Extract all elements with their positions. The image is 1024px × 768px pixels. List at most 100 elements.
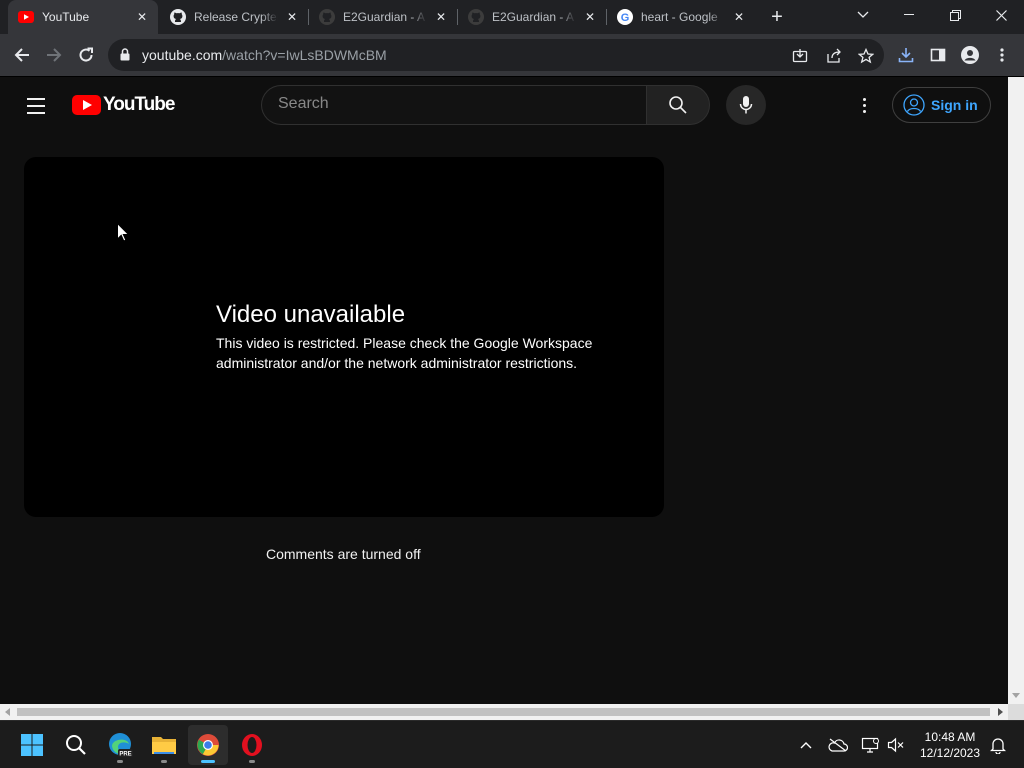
share-icon[interactable] [824, 46, 844, 66]
forward-button[interactable] [40, 41, 68, 69]
video-player[interactable]: Video unavailable This video is restrict… [24, 157, 664, 517]
install-app-icon[interactable] [790, 46, 810, 66]
lock-icon[interactable] [120, 48, 130, 66]
notifications-button[interactable] [988, 735, 1008, 755]
tab-search-button[interactable] [840, 0, 886, 30]
onedrive-tray-icon[interactable] [828, 735, 848, 755]
youtube-play-icon [72, 95, 101, 115]
downloads-icon[interactable] [896, 45, 916, 65]
reload-icon [79, 47, 93, 62]
browser-toolbar: youtube.com/watch?v=IwLsBDWMcBM [0, 34, 1024, 77]
tab-title: E2Guardian - A [343, 10, 426, 24]
url-path: /watch?v=IwLsBDWMcBM [222, 47, 387, 63]
tab-youtube[interactable]: YouTube ✕ [8, 0, 158, 34]
scroll-down-arrow[interactable] [1012, 693, 1020, 698]
scroll-left-arrow[interactable] [5, 708, 10, 716]
search-icon [669, 96, 687, 114]
search-input[interactable] [278, 95, 628, 113]
search-icon [66, 735, 86, 755]
running-indicator [249, 760, 255, 763]
reload-button[interactable] [72, 41, 100, 69]
close-tab-icon[interactable]: ✕ [284, 9, 300, 25]
bookmark-star-icon[interactable] [856, 46, 876, 66]
close-window-button[interactable] [978, 0, 1024, 30]
chrome-menu-icon[interactable] [992, 45, 1012, 65]
search-box [261, 85, 647, 125]
tab-title: Release Crypter [194, 10, 278, 24]
new-tab-button[interactable]: + [764, 4, 790, 30]
minimize-icon [904, 14, 914, 15]
chrome-icon [197, 734, 219, 756]
youtube-logo[interactable]: YouTube [72, 94, 175, 116]
github-icon [319, 9, 335, 25]
guide-menu-button[interactable] [24, 94, 48, 118]
github-icon [468, 9, 484, 25]
tab-title: E2Guardian - A [492, 10, 575, 24]
youtube-page: YouTube Sign in Video unavailable This v… [0, 77, 1008, 704]
logo-text: YouTube [103, 94, 175, 115]
tab-title: YouTube [42, 10, 90, 24]
voice-search-button[interactable] [726, 85, 766, 125]
arrow-left-icon [14, 48, 29, 62]
scrollbar-corner [1008, 704, 1024, 720]
bell-icon [990, 738, 1006, 754]
close-tab-icon[interactable]: ✕ [433, 9, 449, 25]
taskbar: PRE 10:48 AM 12/12/2023 [0, 720, 1024, 768]
horizontal-scrollbar[interactable] [0, 704, 1008, 720]
restore-button[interactable] [932, 0, 978, 30]
start-icon [21, 734, 43, 756]
chevron-up-icon [800, 742, 812, 749]
video-unavailable-title: Video unavailable [216, 301, 406, 328]
sign-in-button[interactable]: Sign in [892, 87, 991, 123]
taskbar-app-chrome[interactable] [188, 725, 228, 765]
arrow-right-icon [47, 48, 62, 62]
start-button[interactable] [12, 725, 52, 765]
scrollbar-thumb[interactable] [17, 708, 990, 716]
tab-strip: YouTube ✕ Release Crypter ✕ E2Guardian -… [0, 0, 1024, 34]
dot [862, 97, 866, 101]
close-tab-icon[interactable]: ✕ [134, 9, 150, 25]
clock-time: 10:48 AM [924, 730, 976, 744]
file-explorer-icon [152, 737, 176, 754]
restore-icon [949, 9, 961, 21]
active-indicator [201, 760, 215, 763]
profile-icon[interactable] [960, 45, 980, 65]
close-tab-icon[interactable]: ✕ [582, 9, 598, 25]
tab-e2guardian-2[interactable]: E2Guardian - A ✕ [458, 0, 606, 34]
settings-more-button[interactable] [852, 93, 876, 117]
microphone-icon [739, 96, 753, 114]
tab-e2guardian-1[interactable]: E2Guardian - A ✕ [309, 0, 457, 34]
taskbar-app-edge-beta[interactable]: PRE [100, 725, 140, 765]
youtube-icon [18, 9, 34, 25]
tab-release-crypter[interactable]: Release Crypter ✕ [160, 0, 308, 34]
dot [862, 103, 866, 107]
hamburger-line [27, 105, 45, 107]
svg-text:G: G [621, 12, 630, 24]
github-icon [170, 9, 186, 25]
edge-beta-icon: PRE [109, 733, 133, 758]
vertical-scrollbar[interactable] [1008, 77, 1024, 704]
close-icon [995, 9, 1007, 21]
search-button[interactable] [646, 85, 710, 125]
taskbar-app-opera[interactable] [232, 725, 272, 765]
show-hidden-icons-button[interactable] [796, 735, 816, 755]
back-button[interactable] [8, 41, 36, 69]
system-clock[interactable]: 10:48 AM 12/12/2023 [914, 729, 986, 761]
side-panel-icon[interactable] [928, 45, 948, 65]
minimize-button[interactable] [886, 0, 932, 30]
taskbar-search-button[interactable] [56, 725, 96, 765]
account-icon [903, 94, 925, 116]
svg-text:PRE: PRE [119, 752, 131, 758]
close-tab-icon[interactable]: ✕ [731, 9, 747, 25]
scroll-right-arrow[interactable] [998, 708, 1003, 716]
tab-title: heart - Google [641, 10, 718, 24]
running-indicator [161, 760, 167, 763]
chevron-down-icon [857, 11, 869, 18]
network-tray-icon[interactable] [860, 735, 880, 755]
tab-heart-google[interactable]: G heart - Google ✕ [607, 0, 755, 34]
taskbar-app-file-explorer[interactable] [144, 725, 184, 765]
mouse-cursor-icon [117, 223, 129, 242]
volume-muted-tray-icon[interactable] [886, 735, 906, 755]
address-bar[interactable]: youtube.com/watch?v=IwLsBDWMcBM [108, 39, 884, 71]
url-text[interactable]: youtube.com/watch?v=IwLsBDWMcBM [142, 47, 387, 63]
